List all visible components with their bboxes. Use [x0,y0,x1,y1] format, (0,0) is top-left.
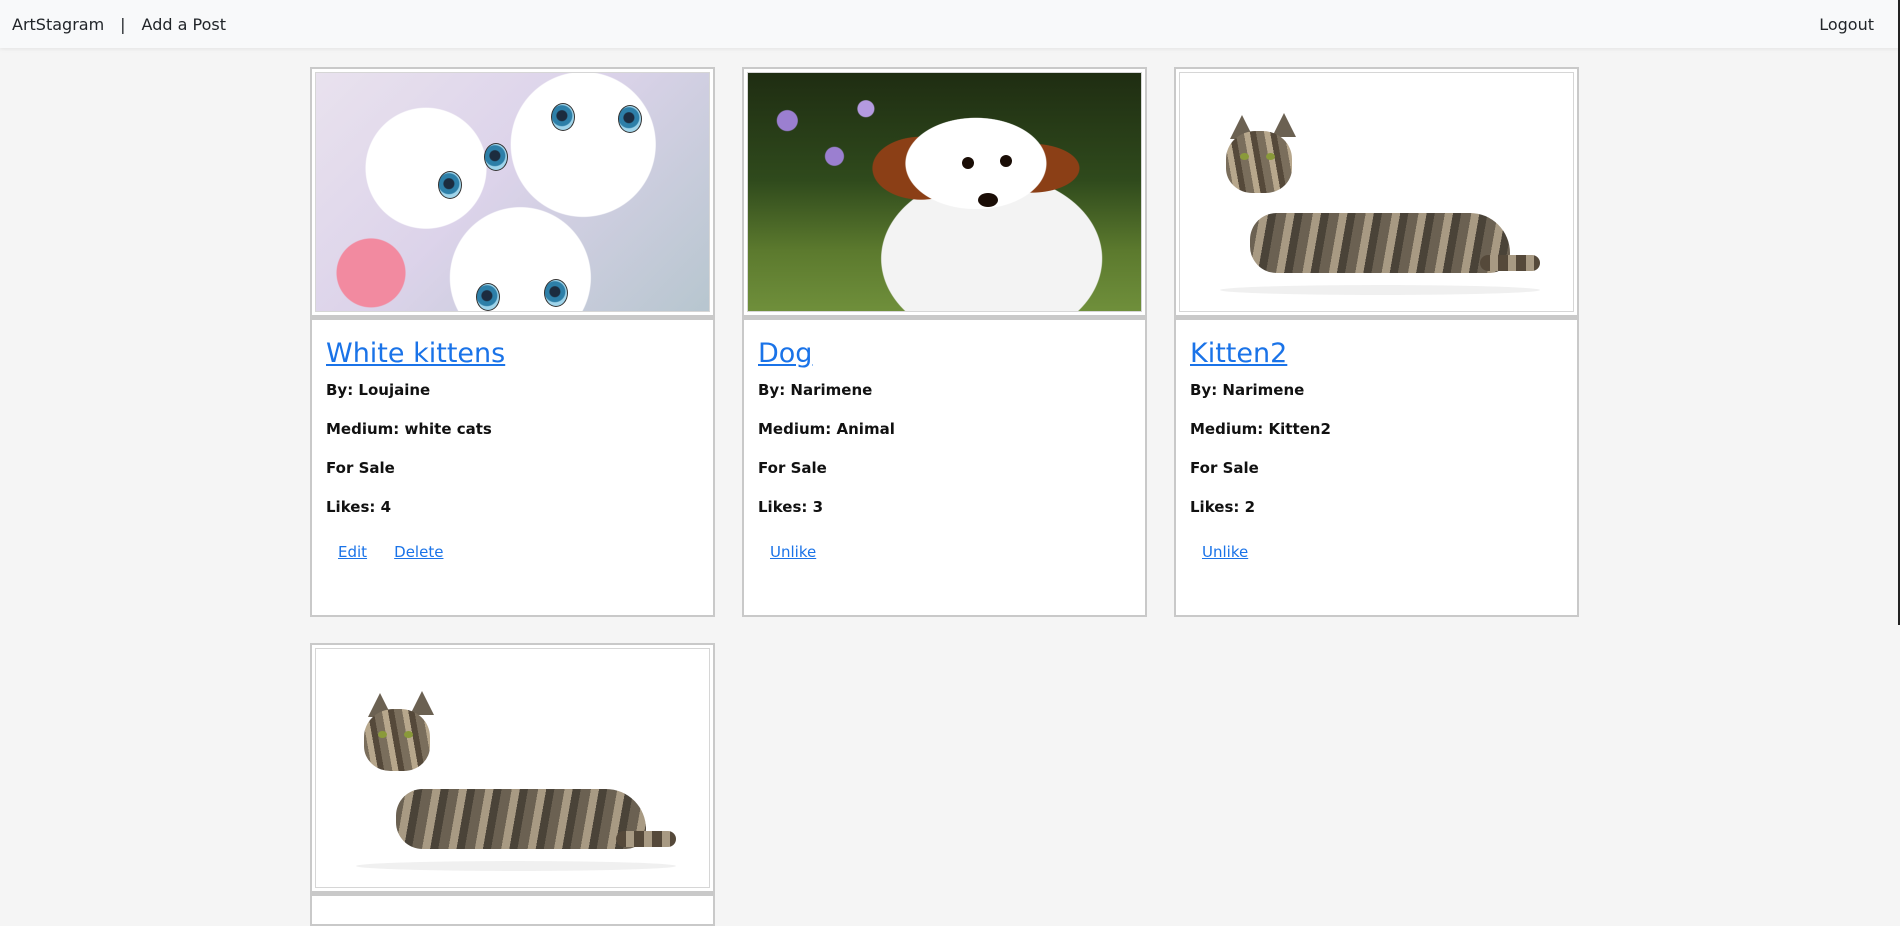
kitten-eye [551,103,575,131]
post-card: Dog By: Narimene Medium: Animal For Sale… [742,67,1147,617]
post-likes: Likes: 4 [326,498,392,516]
post-medium: Medium: Kitten2 [1190,420,1331,438]
delete-post-link[interactable]: Delete [394,543,443,561]
navbar: ArtStagram | Add a Post Logout [0,0,1900,48]
unlike-link[interactable]: Unlike [770,543,816,561]
post-medium: Medium: white cats [326,420,492,438]
post-title-link[interactable]: White kittens [326,338,505,369]
post-image-kitten2[interactable] [1179,72,1574,312]
edit-post-link[interactable]: Edit [338,543,367,561]
cat-eye [404,731,413,738]
post-card: White kittens By: Loujaine Medium: white… [310,67,715,617]
cat-head [1226,131,1292,193]
post-image-cat[interactable] [315,648,710,888]
brand-link[interactable]: ArtStagram [12,15,104,34]
post-likes: Likes: 2 [1190,498,1256,516]
logout-link[interactable]: Logout [1819,15,1874,34]
dog-nose [978,193,998,207]
cat-head [364,709,430,771]
post-card-body: Kitten2 By: Narimene Medium: Kitten2 For… [1174,317,1579,617]
post-image-frame [1174,67,1579,317]
post-title-link[interactable]: Kitten2 [1190,338,1287,369]
cat-eye [378,731,387,738]
post-sale-status: For Sale [326,459,395,477]
cat-tail [616,831,676,847]
add-post-link[interactable]: Add a Post [142,15,226,34]
post-actions: Unlike [758,542,1131,561]
post-image-frame [310,67,715,317]
post-likes: Likes: 3 [758,498,824,516]
kitten-eye [484,143,508,171]
post-image-frame [742,67,1147,317]
cat-shadow [1220,285,1540,295]
cat-tail [1480,255,1540,271]
post-image-dog[interactable] [747,72,1142,312]
post-image-white-kittens[interactable] [315,72,710,312]
post-card [310,643,715,926]
cat-body [396,789,646,849]
post-title-link[interactable]: Dog [758,338,812,369]
post-author: By: Narimene [1190,381,1305,399]
kitten-eye [544,279,568,307]
post-card-body: Dog By: Narimene Medium: Animal For Sale… [742,317,1147,617]
post-sale-status: For Sale [1190,459,1259,477]
post-image-frame [310,643,715,893]
dog-eye [962,157,974,169]
kitten-eye [438,171,462,199]
post-card-body [310,893,715,926]
post-card: Kitten2 By: Narimene Medium: Kitten2 For… [1174,67,1579,617]
cat-eye [1240,153,1249,160]
post-author: By: Loujaine [326,381,431,399]
post-actions: Edit Delete [326,542,699,561]
cat-body [1250,213,1510,273]
post-actions: Unlike [1190,542,1563,561]
post-sale-status: For Sale [758,459,827,477]
post-medium: Medium: Animal [758,420,895,438]
dog-eye [1000,155,1012,167]
kitten-eye [618,105,642,133]
unlike-link[interactable]: Unlike [1202,543,1248,561]
cat-eye [1266,153,1275,160]
post-card-body: White kittens By: Loujaine Medium: white… [310,317,715,617]
post-author: By: Narimene [758,381,873,399]
cat-shadow [356,861,676,871]
nav-separator: | [120,14,126,34]
kitten-eye [476,283,500,311]
